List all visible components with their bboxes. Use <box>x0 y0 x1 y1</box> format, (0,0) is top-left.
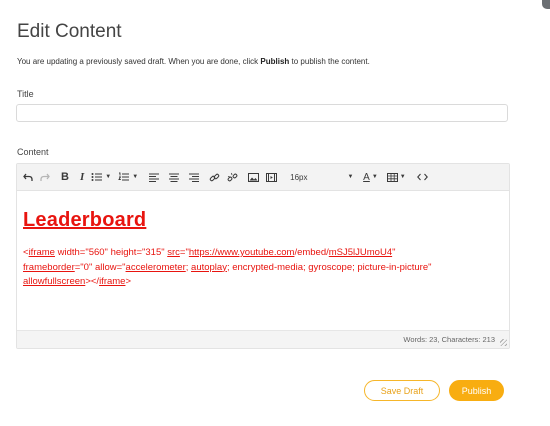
align-left-icon[interactable] <box>147 168 161 186</box>
bullet-list-icon[interactable]: ▼ <box>89 168 113 186</box>
title-label: Title <box>17 89 34 99</box>
font-size-value: 16px <box>290 172 308 182</box>
content-heading: Leaderboard <box>23 209 147 231</box>
editor-statusbar: Words: 23, Characters: 213 <box>17 330 509 348</box>
description-text: You are updating a previously saved draf… <box>17 57 261 66</box>
code-autoplay: autoplay <box>191 261 227 273</box>
bold-icon[interactable]: B <box>59 168 71 186</box>
editor-toolbar: B I ▼ ▼ 16px ▼ A ▼ ▼ <box>17 164 509 191</box>
text-color-icon[interactable]: A ▼ <box>361 168 380 186</box>
code-text: ></ <box>85 276 100 287</box>
code-accelerometer: accelerometer <box>125 261 186 273</box>
content-label: Content <box>17 147 49 157</box>
undo-icon[interactable] <box>21 168 35 186</box>
description-text-end: to publish the content. <box>289 57 370 66</box>
unlink-icon[interactable] <box>225 168 240 186</box>
word-count: Words: 23, Characters: 213 <box>403 335 495 344</box>
code-text: =" <box>179 247 189 258</box>
table-caret-icon[interactable]: ▼ <box>400 174 406 180</box>
table-icon[interactable]: ▼ <box>385 168 408 186</box>
align-right-icon[interactable] <box>187 168 201 186</box>
editor-content-area[interactable]: Leaderboard <iframe width="560" height="… <box>17 191 509 321</box>
code-url: https://www.youtube.com <box>188 247 295 258</box>
code-text: > <box>125 276 132 287</box>
text-color-glyph: A <box>363 171 370 183</box>
content-embed-code: <iframe width="560" height="315" src="ht… <box>23 246 507 290</box>
numbered-list-icon[interactable]: ▼ <box>116 168 140 186</box>
font-size-select[interactable]: 16px ▼ <box>288 168 354 186</box>
code-src-attr: src <box>167 247 180 258</box>
code-text: width="560" height="315" <box>54 247 168 258</box>
source-code-icon[interactable] <box>415 168 430 186</box>
image-icon[interactable] <box>246 168 261 186</box>
italic-icon[interactable]: I <box>78 168 86 186</box>
align-center-icon[interactable] <box>167 168 181 186</box>
code-iframe-close-tag: iframe <box>99 276 126 287</box>
code-text: " <box>392 247 396 258</box>
resize-handle-icon[interactable] <box>500 339 507 346</box>
text-color-caret-icon[interactable]: ▼ <box>372 174 378 180</box>
code-frameborder-attr: frameborder <box>23 261 75 273</box>
page-title: Edit Content <box>17 21 122 42</box>
code-iframe-tag: iframe <box>28 247 55 258</box>
corner-badge-icon <box>542 0 550 9</box>
description-publish-word: Publish <box>260 57 290 66</box>
code-text: /embed/ <box>294 247 329 258</box>
link-icon[interactable] <box>207 168 222 186</box>
page-description: You are updating a previously saved draf… <box>17 57 370 66</box>
media-icon[interactable] <box>264 168 279 186</box>
code-text: ="0" allow=" <box>74 261 126 273</box>
title-input[interactable] <box>16 104 508 122</box>
numbered-list-caret-icon[interactable]: ▼ <box>132 174 138 180</box>
code-video-id: mSJ5lJUmoU4 <box>328 247 393 258</box>
publish-button[interactable]: Publish <box>449 380 504 401</box>
font-size-caret-icon: ▼ <box>347 174 354 180</box>
bullet-list-caret-icon[interactable]: ▼ <box>105 174 111 180</box>
code-text: ; encrypted-media; gyroscope; picture-in… <box>226 261 432 273</box>
rich-text-editor: B I ▼ ▼ 16px ▼ A ▼ ▼ Leaderboard <iframe w… <box>16 163 510 349</box>
redo-icon[interactable] <box>38 168 52 186</box>
code-allowfullscreen: allowfullscreen <box>23 276 86 287</box>
save-draft-button[interactable]: Save Draft <box>364 380 440 401</box>
